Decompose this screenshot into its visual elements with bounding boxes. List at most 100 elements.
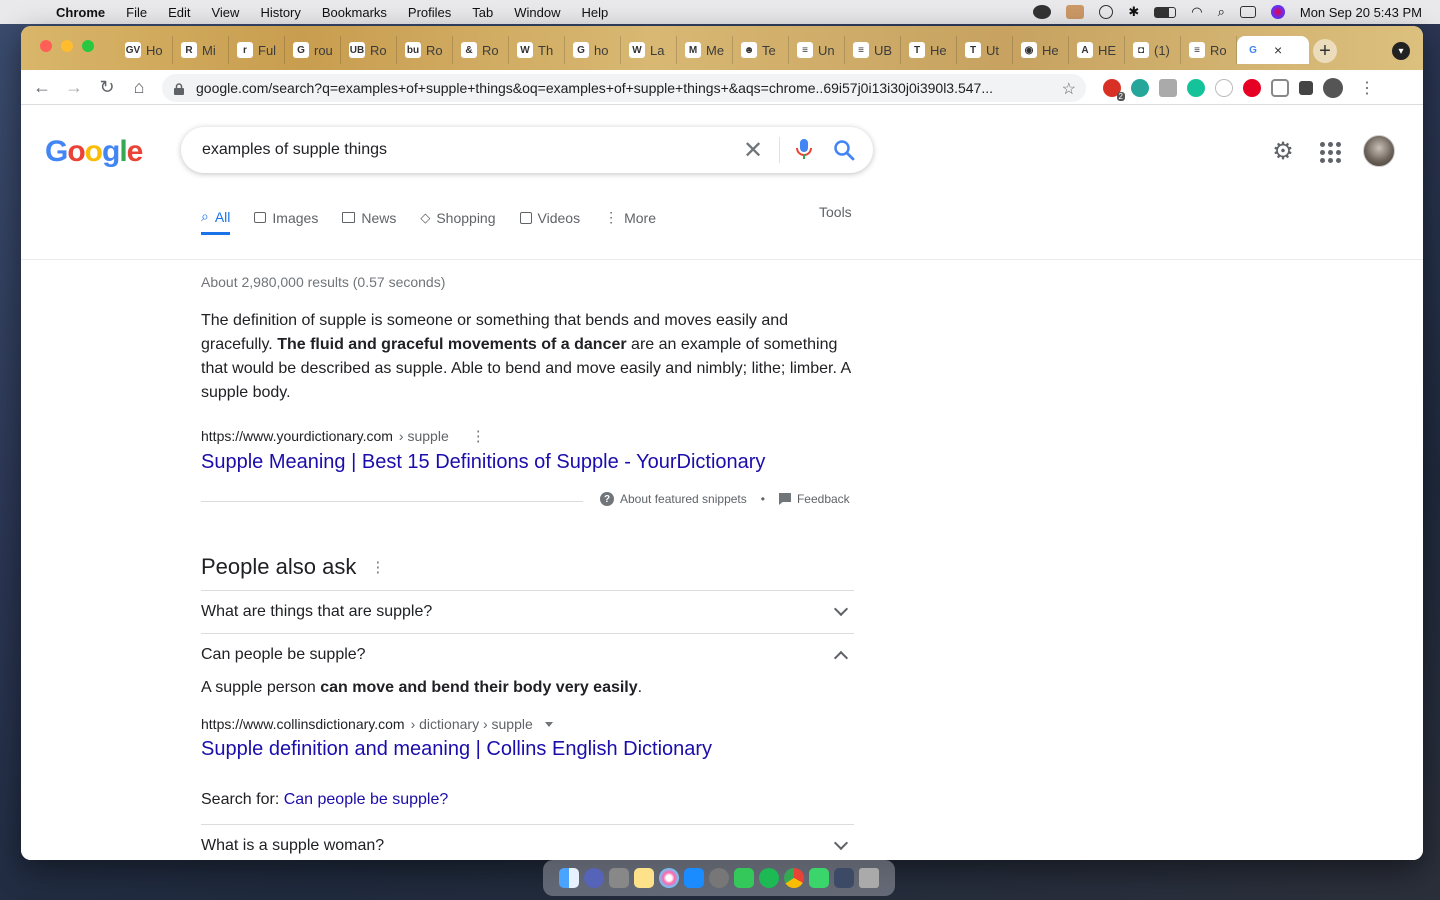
spotlight-icon[interactable]: ⌕ bbox=[1218, 4, 1225, 20]
trash-icon[interactable] bbox=[859, 868, 879, 888]
paa-question-1[interactable]: What are things that are supple? bbox=[201, 590, 854, 633]
extension-badge-icon[interactable]: 2 bbox=[1103, 79, 1125, 101]
browser-tab[interactable]: ◘ (1) bbox=[1125, 36, 1181, 64]
forward-button[interactable]: → bbox=[63, 76, 85, 98]
extension-m-icon[interactable] bbox=[1131, 79, 1149, 97]
app-store-icon[interactable] bbox=[684, 868, 704, 888]
search-input[interactable]: examples of supple things bbox=[202, 141, 387, 159]
tab-more[interactable]: ⋮ More bbox=[604, 201, 656, 234]
about-snippets-link[interactable]: About featured snippets bbox=[620, 492, 747, 506]
browser-tab[interactable]: ☻ Te bbox=[733, 36, 789, 64]
search-icon[interactable] bbox=[833, 139, 855, 161]
close-tab-icon[interactable]: × bbox=[1274, 42, 1282, 58]
account-avatar[interactable] bbox=[1363, 135, 1395, 167]
tab-images[interactable]: Images bbox=[254, 201, 318, 234]
menu-bookmarks[interactable]: Bookmarks bbox=[322, 5, 387, 20]
browser-tab[interactable]: ≡ Ro bbox=[1181, 36, 1237, 64]
browser-tab[interactable]: ≡ Un bbox=[789, 36, 845, 64]
mic-icon[interactable] bbox=[796, 139, 812, 161]
featured-cite[interactable]: https://www.yourdictionary.com › supple … bbox=[201, 427, 486, 445]
new-tab-button[interactable]: + bbox=[1313, 39, 1337, 63]
menu-file[interactable]: File bbox=[126, 5, 147, 20]
pinterest-icon[interactable] bbox=[1243, 79, 1261, 97]
tab-all[interactable]: ⌕ All bbox=[201, 201, 231, 235]
tab-search-button[interactable]: ▾ bbox=[1392, 42, 1410, 60]
battery-icon[interactable] bbox=[1154, 6, 1177, 18]
menubar-clock[interactable]: Mon Sep 20 5:43 PM bbox=[1300, 5, 1422, 20]
google-logo[interactable]: Google bbox=[45, 135, 143, 169]
control-center-icon[interactable] bbox=[1239, 6, 1256, 18]
app-status-icon[interactable] bbox=[1066, 5, 1085, 19]
chrome-menu-icon[interactable]: ⋮ bbox=[1359, 78, 1375, 98]
tab-videos[interactable]: Videos bbox=[519, 201, 580, 234]
paa-question-3[interactable]: What is a supple woman? bbox=[201, 824, 854, 860]
extension-k-icon[interactable] bbox=[1159, 79, 1177, 97]
back-button[interactable]: ← bbox=[31, 76, 53, 98]
paa-cite[interactable]: https://www.collinsdictionary.com › dict… bbox=[201, 716, 854, 732]
tools-button[interactable]: Tools bbox=[819, 204, 852, 220]
extensions-puzzle-icon[interactable] bbox=[1299, 81, 1313, 95]
menu-app-name[interactable]: Chrome bbox=[56, 5, 105, 20]
grammarly-icon[interactable] bbox=[1187, 79, 1205, 97]
browser-tab[interactable]: bu Ro bbox=[397, 36, 453, 64]
browser-tab[interactable]: & Ro bbox=[453, 36, 509, 64]
home-button[interactable]: ⌂ bbox=[128, 76, 150, 98]
paa-result-link[interactable]: Supple definition and meaning | Collins … bbox=[201, 738, 854, 778]
minimize-window-button[interactable] bbox=[61, 40, 73, 52]
bluetooth-icon[interactable]: ✱ bbox=[1128, 4, 1139, 20]
extension-s-icon[interactable] bbox=[1215, 79, 1233, 97]
paa-options-icon[interactable]: ⋮ bbox=[370, 558, 385, 576]
browser-tab[interactable]: UB Ro bbox=[341, 36, 397, 64]
messages-icon[interactable] bbox=[734, 868, 754, 888]
search-for-link[interactable]: Can people be supple? bbox=[284, 791, 449, 808]
menu-help[interactable]: Help bbox=[582, 5, 609, 20]
browser-tab[interactable]: R Mi bbox=[173, 36, 229, 64]
address-bar[interactable]: google.com/search?q=examples+of+supple+t… bbox=[162, 74, 1086, 102]
url-text[interactable]: google.com/search?q=examples+of+supple+t… bbox=[196, 80, 1056, 96]
tab-shopping[interactable]: ◇ Shopping bbox=[420, 201, 495, 234]
browser-tab[interactable]: M Me bbox=[677, 36, 733, 64]
browser-tab[interactable]: Gho bbox=[565, 36, 621, 64]
browser-tab[interactable]: ≡ UB bbox=[845, 36, 901, 64]
play-icon[interactable] bbox=[1099, 5, 1114, 19]
zoom-window-button[interactable] bbox=[82, 40, 94, 52]
browser-tab[interactable]: W Th bbox=[509, 36, 565, 64]
clear-search-icon[interactable]: ✕ bbox=[743, 136, 763, 165]
browser-tab[interactable]: T Ut bbox=[957, 36, 1013, 64]
settings-gear-icon[interactable]: ⚙ bbox=[1271, 138, 1295, 165]
pocket-icon[interactable] bbox=[1271, 79, 1289, 97]
photos-icon[interactable] bbox=[659, 868, 679, 888]
facetime-icon[interactable] bbox=[809, 868, 829, 888]
apps-grid-icon[interactable] bbox=[609, 868, 629, 888]
profile-avatar-icon[interactable] bbox=[1323, 78, 1343, 98]
google-apps-icon[interactable] bbox=[1317, 139, 1341, 163]
browser-tab[interactable]: W La bbox=[621, 36, 677, 64]
lock-icon[interactable] bbox=[174, 82, 184, 95]
notes-icon[interactable] bbox=[634, 868, 654, 888]
paa-question-2[interactable]: Can people be supple? bbox=[201, 633, 854, 676]
launchpad-icon[interactable] bbox=[584, 868, 604, 888]
browser-tab[interactable]: A HE bbox=[1069, 36, 1125, 64]
menu-tab[interactable]: Tab bbox=[472, 5, 493, 20]
siri-icon[interactable] bbox=[1270, 5, 1285, 19]
search-box[interactable]: examples of supple things ✕ bbox=[181, 127, 873, 173]
result-options-icon[interactable]: ⋮ bbox=[471, 427, 486, 445]
menu-edit[interactable]: Edit bbox=[168, 5, 190, 20]
finder-icon[interactable] bbox=[559, 868, 579, 888]
browser-tab[interactable]: Grou bbox=[285, 36, 341, 64]
browser-tab[interactable]: ◉ He bbox=[1013, 36, 1069, 64]
reload-button[interactable]: ↻ bbox=[96, 76, 118, 98]
system-preferences-icon[interactable] bbox=[709, 868, 729, 888]
menu-history[interactable]: History bbox=[260, 5, 300, 20]
menu-window[interactable]: Window bbox=[514, 5, 560, 20]
featured-result-link[interactable]: Supple Meaning | Best 15 Definitions of … bbox=[201, 451, 765, 474]
close-window-button[interactable] bbox=[40, 40, 52, 52]
bookmark-star-icon[interactable]: ☆ bbox=[1062, 79, 1076, 99]
wifi-icon[interactable]: ◠ bbox=[1191, 4, 1202, 20]
desktop-folder-icon[interactable] bbox=[834, 868, 854, 888]
browser-tab[interactable]: r Ful bbox=[229, 36, 285, 64]
active-tab[interactable]: G × bbox=[1237, 36, 1309, 64]
tab-news[interactable]: News bbox=[342, 201, 396, 234]
browser-tab[interactable]: GV Ho bbox=[117, 36, 173, 64]
creative-cloud-icon[interactable] bbox=[1033, 5, 1052, 19]
